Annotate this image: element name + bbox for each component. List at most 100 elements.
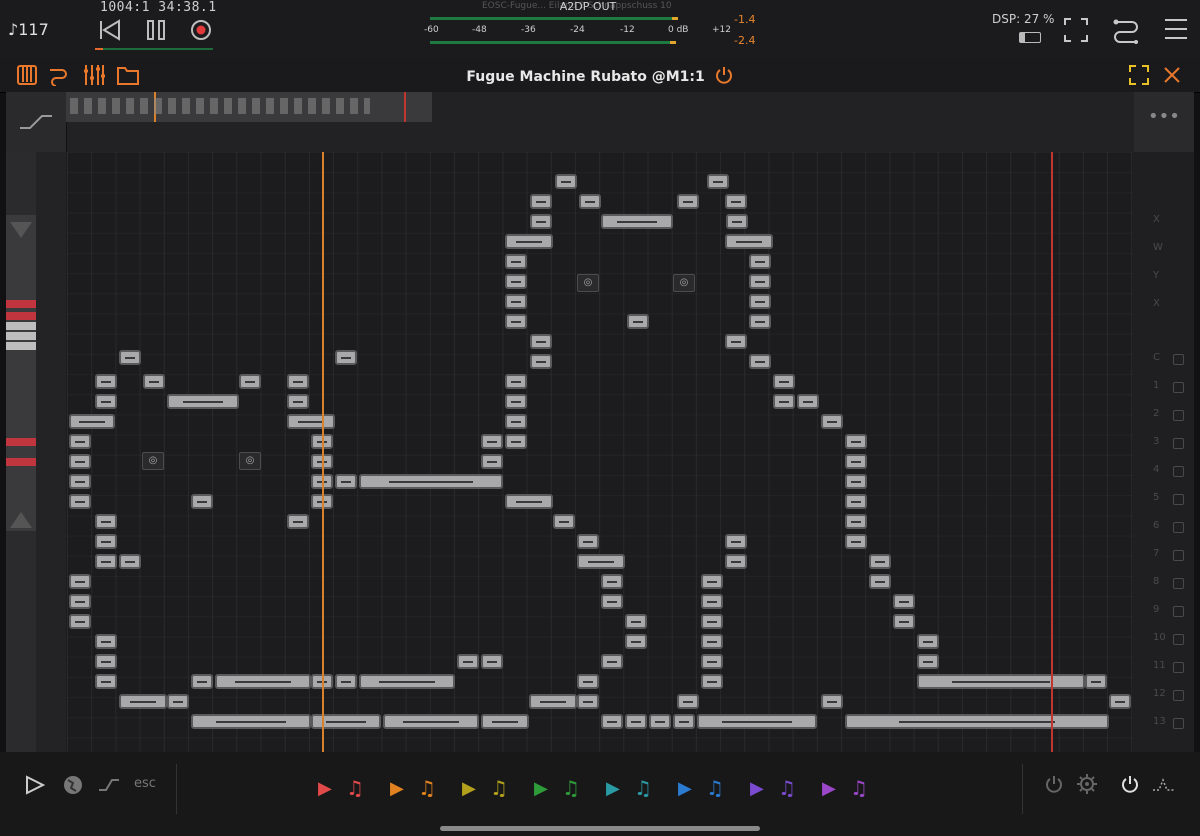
midi-note[interactable] [69, 594, 91, 609]
close-icon[interactable] [1162, 65, 1182, 85]
midi-note[interactable] [701, 674, 723, 689]
piano-roll[interactable]: ◎ ◎ ◎ ◎ X W Y X C 1 2 3 4 5 6 7 8 9 10 11 12 13 [6, 152, 1194, 752]
track-play-button[interactable]: ▶ [678, 778, 692, 799]
midi-note[interactable] [359, 474, 503, 489]
midi-note[interactable] [707, 174, 729, 189]
menu-icon[interactable] [1163, 16, 1189, 42]
globe-icon[interactable] [62, 774, 84, 796]
midi-note[interactable] [95, 394, 117, 409]
track-play-button[interactable]: ▶ [534, 778, 548, 799]
lane-toggle[interactable] [1173, 466, 1184, 477]
track-play-button[interactable]: ▶ [606, 778, 620, 799]
track-play-button[interactable]: ▶ [318, 778, 332, 799]
lane-toggle[interactable] [1173, 718, 1184, 729]
midi-note[interactable] [530, 194, 552, 209]
midi-note[interactable] [95, 674, 117, 689]
rewind-icon[interactable] [96, 16, 124, 44]
midi-note[interactable] [335, 674, 357, 689]
midi-note[interactable] [601, 214, 673, 229]
loop-end-marker[interactable] [1051, 152, 1053, 752]
midi-note[interactable] [555, 174, 577, 189]
midi-note[interactable] [701, 654, 723, 669]
midi-note[interactable] [530, 354, 552, 369]
midi-note[interactable] [749, 354, 771, 369]
midi-note[interactable] [481, 654, 503, 669]
midi-note[interactable] [553, 514, 575, 529]
midi-note[interactable] [601, 574, 623, 589]
midi-note[interactable] [167, 394, 239, 409]
midi-note[interactable] [869, 554, 891, 569]
midi-note[interactable] [625, 714, 647, 729]
more-options-icon[interactable]: ••• [1148, 106, 1180, 127]
midi-note[interactable] [505, 434, 527, 449]
midi-note[interactable] [69, 454, 91, 469]
track-play-button[interactable]: ▶ [390, 778, 404, 799]
note-marker-icon[interactable]: ◎ [239, 452, 261, 470]
note-grid[interactable]: ◎ ◎ ◎ ◎ [67, 152, 1133, 752]
power-icon[interactable] [714, 65, 734, 85]
midi-note[interactable] [893, 594, 915, 609]
lane-toggle[interactable] [1173, 634, 1184, 645]
midi-note[interactable] [95, 374, 117, 389]
midi-note[interactable] [577, 694, 599, 709]
midi-note[interactable] [845, 474, 867, 489]
midi-note[interactable] [601, 654, 623, 669]
midi-note[interactable] [167, 694, 189, 709]
midi-note[interactable] [725, 554, 747, 569]
midi-note[interactable] [457, 654, 479, 669]
midi-note[interactable] [505, 494, 553, 509]
power-icon[interactable] [1120, 774, 1140, 794]
output-meter[interactable]: EOSC-Fugue... Eiland 2 Schnappschuss 10 … [422, 0, 755, 52]
waveform-icon[interactable] [1152, 778, 1176, 792]
midi-note[interactable] [143, 374, 165, 389]
music-note-icon[interactable]: ♫ [778, 776, 796, 800]
midi-note[interactable] [577, 534, 599, 549]
midi-note[interactable] [191, 714, 311, 729]
midi-note[interactable] [95, 654, 117, 669]
midi-note[interactable] [95, 514, 117, 529]
lane-toggle[interactable] [1173, 662, 1184, 673]
lane-toggle[interactable] [1173, 410, 1184, 421]
midi-note[interactable] [797, 394, 819, 409]
lane-toggle[interactable] [1173, 550, 1184, 561]
midi-note[interactable] [677, 694, 699, 709]
midi-note[interactable] [215, 674, 311, 689]
midi-note[interactable] [577, 554, 625, 569]
power-icon[interactable] [1044, 774, 1064, 794]
midi-note[interactable] [287, 514, 309, 529]
midi-note[interactable] [69, 414, 115, 429]
ramp-icon[interactable] [18, 114, 54, 130]
midi-note[interactable] [701, 614, 723, 629]
lane-toggle[interactable] [1173, 438, 1184, 449]
midi-note[interactable] [625, 614, 647, 629]
midi-note[interactable] [239, 374, 261, 389]
midi-note[interactable] [287, 394, 309, 409]
midi-note[interactable] [287, 414, 335, 429]
midi-note[interactable] [673, 714, 695, 729]
midi-note[interactable] [530, 214, 552, 229]
midi-note[interactable] [821, 414, 843, 429]
midi-note[interactable] [845, 714, 1109, 729]
midi-note[interactable] [773, 374, 795, 389]
midi-note[interactable] [481, 434, 503, 449]
track-play-button[interactable]: ▶ [750, 778, 764, 799]
playhead[interactable] [322, 152, 324, 752]
routing-icon[interactable] [1111, 14, 1141, 44]
lane-toggle[interactable] [1173, 606, 1184, 617]
midi-note[interactable] [725, 334, 747, 349]
midi-note[interactable] [845, 534, 867, 549]
midi-note[interactable] [625, 634, 647, 649]
music-note-icon[interactable]: ♫ [346, 776, 364, 800]
midi-note[interactable] [69, 434, 91, 449]
music-note-icon[interactable]: ♫ [634, 776, 652, 800]
note-marker-icon[interactable]: ◎ [673, 274, 695, 292]
music-note-icon[interactable]: ♫ [490, 776, 508, 800]
midi-note[interactable] [335, 474, 357, 489]
midi-note[interactable] [649, 714, 671, 729]
midi-note[interactable] [529, 694, 577, 709]
midi-note[interactable] [677, 194, 699, 209]
home-indicator[interactable] [440, 826, 760, 831]
midi-note[interactable] [481, 714, 529, 729]
note-marker-icon[interactable]: ◎ [577, 274, 599, 292]
overview-timeline[interactable]: ••• [6, 92, 1194, 152]
